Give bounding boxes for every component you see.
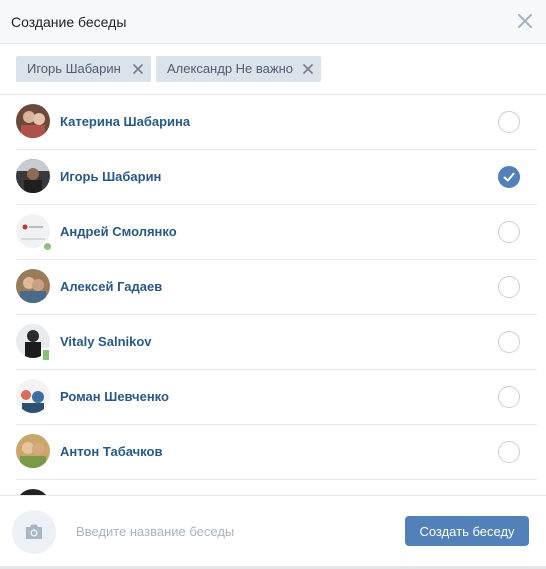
chip-label: Александр Не важно bbox=[167, 61, 293, 76]
contact-row[interactable]: Роман Шевченко bbox=[16, 370, 537, 425]
avatar bbox=[16, 159, 50, 193]
mobile-online-indicator bbox=[41, 348, 51, 362]
checkmark-icon bbox=[503, 172, 515, 182]
contact-row[interactable] bbox=[16, 480, 537, 495]
contact-name: Роман Шевченко bbox=[60, 389, 169, 404]
select-checkbox[interactable] bbox=[498, 166, 520, 188]
contact-name: Андрей Смолянко bbox=[60, 224, 177, 239]
chat-name-input[interactable] bbox=[76, 520, 376, 542]
selected-chip: Александр Не важно bbox=[156, 56, 321, 82]
camera-icon bbox=[26, 524, 42, 539]
selected-chip: Игорь Шабарин bbox=[16, 56, 151, 82]
contact-row[interactable]: Игорь Шабарин bbox=[16, 150, 537, 205]
contact-row[interactable]: Андрей Смолянко bbox=[16, 205, 537, 260]
contacts-list[interactable]: Катерина Шабарина Игорь Шабарин Андрей С… bbox=[0, 95, 546, 495]
contact-name: Vitaly Salnikov bbox=[60, 334, 152, 349]
select-checkbox[interactable] bbox=[498, 221, 520, 243]
contact-name: Катерина Шабарина bbox=[60, 114, 191, 129]
contact-row[interactable]: Катерина Шабарина bbox=[16, 95, 537, 150]
avatar bbox=[16, 104, 50, 138]
avatar bbox=[16, 379, 50, 413]
select-checkbox[interactable] bbox=[498, 441, 520, 463]
remove-x-icon[interactable] bbox=[132, 63, 144, 75]
select-checkbox[interactable] bbox=[498, 276, 520, 298]
contact-name: Игорь Шабарин bbox=[60, 169, 162, 184]
contact-row[interactable]: Алексей Гадаев bbox=[16, 260, 537, 315]
contact-row[interactable]: Антон Табачков bbox=[16, 425, 537, 480]
avatar bbox=[16, 269, 50, 303]
contact-name: Алексей Гадаев bbox=[60, 279, 163, 294]
create-chat-button[interactable]: Создать беседу bbox=[405, 516, 529, 546]
online-indicator bbox=[42, 241, 53, 252]
remove-x-icon[interactable] bbox=[302, 63, 314, 75]
close-icon[interactable] bbox=[516, 12, 534, 30]
modal-title: Создание беседы bbox=[11, 14, 127, 30]
chip-label: Игорь Шабарин bbox=[27, 61, 121, 76]
contact-row[interactable]: Vitaly Salnikov bbox=[16, 315, 537, 370]
modal-footer: Создать беседу bbox=[0, 495, 546, 569]
select-checkbox[interactable] bbox=[498, 386, 520, 408]
chat-photo-button[interactable] bbox=[12, 510, 56, 554]
modal-header: Создание беседы bbox=[0, 0, 546, 44]
select-checkbox[interactable] bbox=[498, 331, 520, 353]
contact-name: Антон Табачков bbox=[60, 444, 163, 459]
avatar bbox=[16, 434, 50, 468]
selected-members: Игорь Шабарин Александр Не важно bbox=[0, 44, 546, 95]
select-checkbox[interactable] bbox=[498, 111, 520, 133]
create-chat-modal: Создание беседы Игорь Шабарин Александр … bbox=[0, 0, 546, 569]
